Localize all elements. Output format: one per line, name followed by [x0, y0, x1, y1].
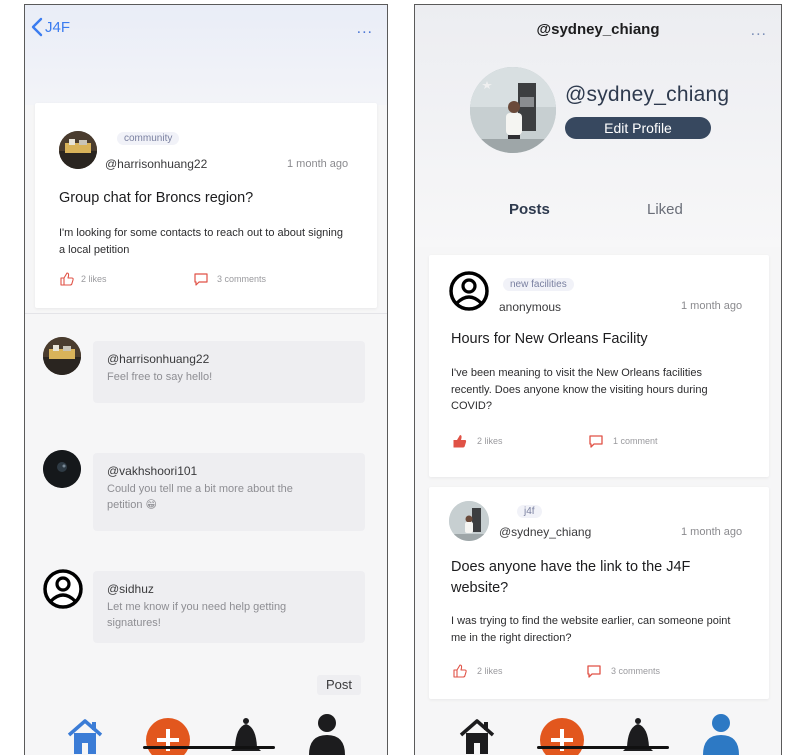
post-body: I've been meaning to visit the New Orlea…	[451, 367, 708, 412]
heart-like-icon	[60, 272, 74, 286]
phone-left-post-detail: J4F ... community @harrisonhuang22 1 mon…	[24, 4, 388, 755]
comment-username[interactable]: @harrisonhuang22	[107, 352, 209, 366]
default-avatar-icon	[43, 569, 83, 609]
like-count[interactable]: 2 likes	[451, 663, 503, 679]
comment-count-label: 3 comments	[611, 666, 661, 676]
post-title: Does anyone have the link to the J4F web…	[451, 559, 691, 596]
comment-count[interactable]: 3 comments	[585, 663, 660, 679]
comment-count-label: 3 comments	[217, 274, 267, 284]
post-body: I'm looking for some contacts to reach o…	[59, 227, 343, 256]
post-title: Group chat for Broncs region?	[59, 190, 254, 206]
tab-bar	[25, 709, 387, 755]
back-label: J4F	[45, 18, 71, 36]
back-chevron-icon	[31, 17, 43, 37]
avatar	[449, 501, 489, 541]
add-icon[interactable]	[145, 717, 191, 755]
comment-bubble: @vakhshoori101 Could you tell me a bit m…	[93, 453, 365, 531]
heart-like-icon	[453, 435, 467, 448]
post-username[interactable]: @sydney_chiang	[499, 525, 591, 539]
avatar	[59, 131, 97, 169]
post-time: 1 month ago	[681, 300, 743, 312]
home-indicator	[537, 746, 669, 749]
comment-text: Could you tell me a bit more about the p…	[107, 483, 293, 511]
phone-right-profile: @sydney_chiang ... @sydney_chiang Edit P…	[414, 4, 782, 755]
post-tag[interactable]: new facilities	[503, 278, 574, 291]
post-card[interactable]: new facilities anonymous 1 month ago Hou…	[429, 255, 769, 477]
comment-count-label: 1 comment	[613, 436, 658, 446]
default-avatar-icon	[449, 271, 489, 311]
home-icon[interactable]	[457, 717, 497, 755]
back-button[interactable]: J4F	[31, 17, 70, 37]
tab-liked[interactable]: Liked	[647, 201, 683, 218]
like-count-label: 2 likes	[477, 436, 503, 446]
add-icon[interactable]	[539, 717, 585, 755]
profile-avatar[interactable]	[470, 67, 556, 153]
avatar	[43, 337, 81, 375]
page-title: @sydney_chiang	[536, 21, 660, 38]
post-tag[interactable]: j4f	[517, 505, 542, 518]
more-icon[interactable]: ...	[751, 23, 767, 39]
post-username[interactable]: @harrisonhuang22	[105, 157, 207, 171]
like-count[interactable]: 2 likes	[451, 433, 503, 449]
comment-username[interactable]: @vakhshoori101	[107, 464, 197, 478]
comment-bubble: @harrisonhuang22 Feel free to say hello!	[93, 341, 365, 403]
post-body: I was trying to find the website earlier…	[451, 615, 731, 644]
like-count-label: 2 likes	[81, 274, 107, 284]
profile-icon[interactable]	[307, 713, 347, 755]
tab-posts[interactable]: Posts	[509, 201, 550, 218]
more-icon[interactable]: ...	[357, 21, 373, 37]
comment-count[interactable]: 1 comment	[587, 433, 658, 449]
like-count[interactable]: 2 likes	[59, 271, 107, 287]
post-button[interactable]: Post	[317, 675, 361, 695]
comment-username[interactable]: @sidhuz	[107, 582, 154, 596]
comment-icon	[194, 273, 208, 286]
comment-icon	[589, 435, 603, 448]
edit-profile-button[interactable]: Edit Profile	[565, 117, 711, 139]
post-title: Hours for New Orleans Facility	[451, 331, 648, 347]
profile-icon[interactable]	[701, 713, 741, 755]
post-time: 1 month ago	[681, 526, 743, 538]
heart-like-icon	[453, 664, 467, 678]
post-tag[interactable]: community	[117, 132, 180, 145]
post-card[interactable]: community @harrisonhuang22 1 month ago G…	[35, 103, 377, 308]
avatar	[43, 450, 81, 488]
home-icon[interactable]	[65, 717, 105, 755]
bell-icon[interactable]	[229, 717, 263, 755]
tab-bar	[415, 709, 781, 755]
post-card[interactable]: j4f @sydney_chiang 1 month ago Does anyo…	[429, 487, 769, 699]
comment-icon	[587, 665, 601, 678]
like-count-label: 2 likes	[477, 666, 503, 676]
profile-username: @sydney_chiang	[565, 83, 730, 106]
comment-text: Let me know if you need help getting sig…	[107, 601, 287, 629]
home-indicator	[143, 746, 275, 749]
comment-count[interactable]: 3 comments	[193, 271, 266, 287]
post-username[interactable]: anonymous	[499, 300, 561, 314]
profile-header: @sydney_chiang ... @sydney_chiang Edit P…	[415, 5, 781, 247]
comment-bubble: @sidhuz Let me know if you need help get…	[93, 571, 365, 643]
bell-icon[interactable]	[621, 717, 655, 755]
divider	[25, 313, 387, 314]
post-time: 1 month ago	[287, 158, 349, 170]
comment-text: Feel free to say hello!	[107, 371, 213, 383]
top-bar: J4F ...	[25, 5, 387, 105]
